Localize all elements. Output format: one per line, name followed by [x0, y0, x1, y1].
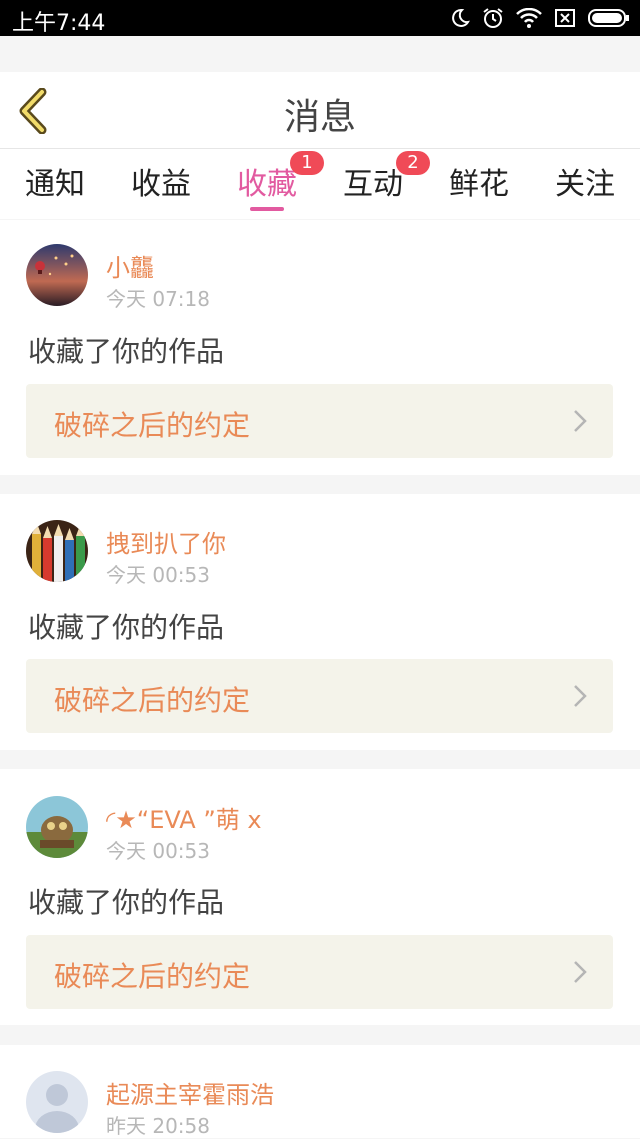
- tab-favorites[interactable]: 收藏 1: [214, 151, 324, 211]
- tab-bar: 通知 收益 收藏 1 互动 2 鲜花 关注: [0, 149, 640, 219]
- tab-label: 关注: [555, 167, 615, 202]
- tab-badge: 1: [290, 151, 324, 175]
- active-tab-indicator: [250, 207, 284, 211]
- tab-earnings[interactable]: 收益: [108, 159, 214, 211]
- tab-label: 互动: [343, 167, 403, 202]
- tab-follows[interactable]: 关注: [532, 159, 638, 211]
- work-title: 破碎之后的约定: [54, 684, 251, 717]
- work-link[interactable]: 破碎之后的约定: [26, 659, 613, 733]
- work-title: 破碎之后的约定: [54, 409, 251, 442]
- wifi-icon: [516, 8, 542, 28]
- user-name[interactable]: 拽到扒了你: [106, 524, 226, 559]
- message-time: 今天 00:53: [106, 839, 210, 863]
- avatar-placeholder[interactable]: [26, 1071, 88, 1133]
- message-action-text: 收藏了你的作品: [28, 886, 225, 919]
- tab-label: 通知: [25, 167, 85, 202]
- avatar[interactable]: [26, 520, 88, 582]
- message-action-text: 收藏了你的作品: [28, 611, 225, 644]
- message-card: ◜★“EVA ”萌 x 今天 00:53 收藏了你的作品 破碎之后的约定: [0, 769, 640, 1025]
- tab-badge: 2: [396, 151, 430, 175]
- avatar[interactable]: [26, 244, 88, 306]
- battery-icon: [588, 9, 629, 27]
- message-time: 今天 07:18: [106, 287, 210, 311]
- message-time: 今天 00:53: [106, 563, 210, 587]
- work-link[interactable]: 破碎之后的约定: [26, 935, 613, 1009]
- avatar[interactable]: [26, 796, 88, 858]
- chevron-right-icon: [574, 685, 587, 707]
- moon-icon: [452, 8, 470, 27]
- tab-interactions[interactable]: 互动 2: [320, 151, 430, 211]
- message-card: 拽到扒了你 今天 00:53 收藏了你的作品 破碎之后的约定: [0, 494, 640, 750]
- message-action-text: 收藏了你的作品: [28, 335, 225, 368]
- message-time: 昨天 20:58: [106, 1114, 210, 1138]
- page-title: 消息: [283, 97, 356, 138]
- tab-label: 收益: [131, 167, 191, 202]
- status-time: 上午7:44: [12, 11, 106, 36]
- no-sim-icon: [555, 9, 575, 27]
- chevron-right-icon: [574, 961, 587, 983]
- chevron-right-icon: [574, 410, 587, 432]
- work-title: 破碎之后的约定: [54, 960, 251, 993]
- message-card: 小龘 今天 07:18 收藏了你的作品 破碎之后的约定: [0, 220, 640, 475]
- user-name[interactable]: ◜★“EVA ”萌 x: [106, 800, 262, 835]
- status-icons: [450, 6, 630, 30]
- tab-flowers[interactable]: 鲜花: [426, 159, 532, 211]
- tab-label: 鲜花: [449, 167, 509, 202]
- work-link[interactable]: 破碎之后的约定: [26, 384, 613, 458]
- message-card: 起源主宰霍雨浩 昨天 20:58: [0, 1045, 640, 1138]
- alarm-icon: [483, 8, 503, 28]
- tab-notice[interactable]: 通知: [2, 159, 108, 211]
- tab-label: 收藏: [237, 167, 297, 202]
- user-name[interactable]: 小龘: [106, 248, 154, 283]
- status-bar: 上午7:44: [0, 0, 640, 36]
- header-bar: 消息: [0, 72, 640, 149]
- user-name[interactable]: 起源主宰霍雨浩: [106, 1075, 274, 1110]
